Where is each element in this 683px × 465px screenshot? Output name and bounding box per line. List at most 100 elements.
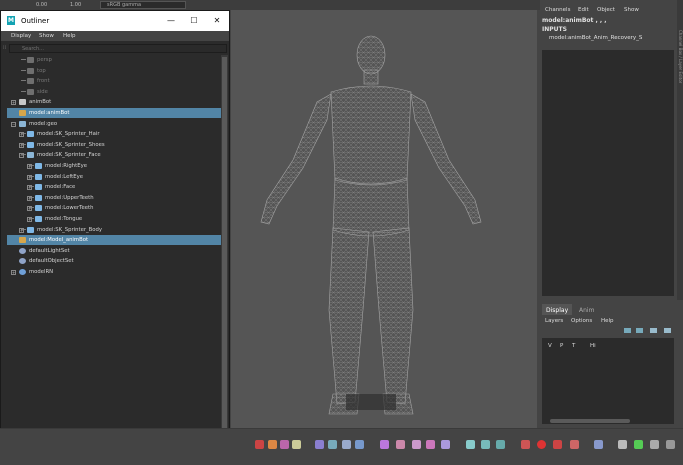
outliner-item[interactable]: top [7,66,221,76]
outliner-item[interactable]: + modelRN [7,267,221,277]
outliner-item[interactable]: − model:geo [7,119,221,129]
shelf-clean-icon[interactable] [496,440,505,449]
outliner-item[interactable]: defaultLightSet [7,246,221,256]
expand-toggle-icon[interactable]: + [19,142,24,148]
shelf-key-icon[interactable] [255,440,264,449]
shelf-menu-icon[interactable] [666,440,675,449]
expand-toggle-icon[interactable]: + [27,195,32,201]
expand-toggle-icon[interactable]: + [27,217,32,222]
shelf-ease-icon[interactable] [412,440,421,449]
shelf-hold-icon[interactable] [396,440,405,449]
move-layer-down-icon[interactable] [636,328,643,333]
shelf-more-icon[interactable] [594,440,603,449]
outliner-item[interactable]: side [7,87,221,97]
shelf-link-icon[interactable] [521,440,530,449]
menu-show[interactable]: Show [39,33,54,39]
menu-options[interactable]: Options [571,318,592,324]
side-tab-label[interactable]: Channel Box / Layer Editor [677,30,683,83]
viewport-3d[interactable] [231,10,537,428]
menu-channels[interactable]: Channels [545,7,570,13]
expand-toggle-icon[interactable]: + [19,227,24,233]
menu-display[interactable]: Display [11,33,31,39]
shelf-key-group-icon[interactable] [280,440,289,449]
tab-display[interactable]: Display [546,307,568,314]
minimize-button[interactable]: — [164,14,178,28]
outliner-item[interactable]: + model:Face [7,182,221,192]
input-node-name[interactable]: model:animBot_Anim_Recovery_S [549,35,642,41]
new-layer-icon[interactable] [650,328,657,333]
tree-connector [21,69,26,71]
shelf-bookmark-icon[interactable] [570,440,579,449]
col-type: T [572,343,576,349]
outliner-title-bar[interactable]: M Outliner — ☐ ✕ [1,11,229,31]
shelf-key-all-icon[interactable] [268,440,277,449]
menu-layers[interactable]: Layers [545,318,563,324]
menu-show[interactable]: Show [624,7,639,13]
outliner-item[interactable]: front [7,76,221,86]
layer-scrollbar[interactable] [550,419,630,423]
outliner-item[interactable]: model:Model_animBot [7,235,221,246]
move-layer-up-icon[interactable] [624,328,631,333]
expand-toggle-icon[interactable]: + [19,132,24,138]
side-tab-strip[interactable]: Channel Box / Layer Editor [677,0,683,300]
selected-node-name[interactable]: model:animBot , , , [542,17,607,24]
magnet-icon [19,99,26,106]
expand-toggle-icon[interactable]: + [27,164,32,169]
expand-toggle-icon[interactable]: + [11,270,16,275]
outliner-item[interactable]: persp [7,55,221,65]
new-layer-selected-icon[interactable] [664,328,671,333]
menu-help[interactable]: Help [63,33,76,39]
mesh-icon [35,216,42,222]
shelf-settings-icon[interactable] [650,440,659,449]
tab-anim[interactable]: Anim [579,307,594,314]
expand-toggle-icon[interactable]: + [11,100,16,106]
menu-object[interactable]: Object [597,7,615,13]
shelf-copy-icon[interactable] [342,440,351,449]
shelf-tween-icon[interactable] [380,440,389,449]
maximize-button[interactable]: ☐ [187,14,201,28]
shelf-mirror-icon[interactable] [328,440,337,449]
layer-list-area[interactable] [542,338,674,424]
shelf-animbot-icon[interactable] [292,440,301,449]
outliner-search-input[interactable] [9,44,227,53]
outliner-item[interactable]: defaultObjectSet [7,256,221,266]
set-icon [19,247,26,254]
shelf-select-icon[interactable] [315,440,324,449]
shelf-tools-icon[interactable] [618,440,627,449]
outliner-item[interactable]: + model:Tongue [7,214,221,224]
outliner-item[interactable]: + model:RightEye [7,161,221,171]
color-space-dropdown[interactable]: sRGB gamma [100,1,186,9]
close-button[interactable]: ✕ [210,14,224,28]
top-value-b: 1.00 [70,2,82,8]
shelf-camera-icon[interactable] [553,440,562,449]
outliner-item[interactable]: + model:LowerTeeth [7,203,221,213]
expand-toggle-icon[interactable]: + [27,206,32,212]
outliner-item[interactable]: + model:SK_Sprinter_Hair [7,129,221,139]
outliner-item[interactable]: + animBot [7,97,221,107]
shelf-noise-icon[interactable] [441,440,450,449]
channel-box-area[interactable] [542,50,674,296]
outliner-item[interactable]: − model:SK_Sprinter_Face [7,150,221,160]
shelf-record-icon[interactable] [537,440,546,449]
mesh-icon [35,205,42,212]
menu-help[interactable]: Help [601,318,614,324]
outliner-item[interactable]: + model:LeftEye [7,172,221,182]
shelf-graph-icon[interactable] [466,440,475,449]
outliner-scrollbar[interactable] [221,55,228,465]
shelf-smooth-icon[interactable] [426,440,435,449]
expand-toggle-icon[interactable]: + [27,185,32,191]
mesh-icon [27,226,34,233]
outliner-item[interactable]: + model:SK_Sprinter_Body [7,225,221,235]
scrollbar-thumb[interactable] [222,57,227,461]
shelf-paste-icon[interactable] [355,440,364,449]
menu-edit[interactable]: Edit [578,7,589,13]
expand-toggle-icon[interactable]: − [11,121,16,127]
outliner-item[interactable]: + model:SK_Sprinter_Shoes [7,140,221,150]
shelf-heart-icon[interactable] [634,440,643,449]
expand-toggle-icon[interactable]: + [27,174,32,180]
shelf-filter-icon[interactable] [481,440,490,449]
outliner-item[interactable]: model:animBot [7,108,221,118]
camera-icon [27,57,34,63]
outliner-item[interactable]: + model:UpperTeeth [7,193,221,203]
expand-toggle-icon[interactable]: − [19,153,24,159]
